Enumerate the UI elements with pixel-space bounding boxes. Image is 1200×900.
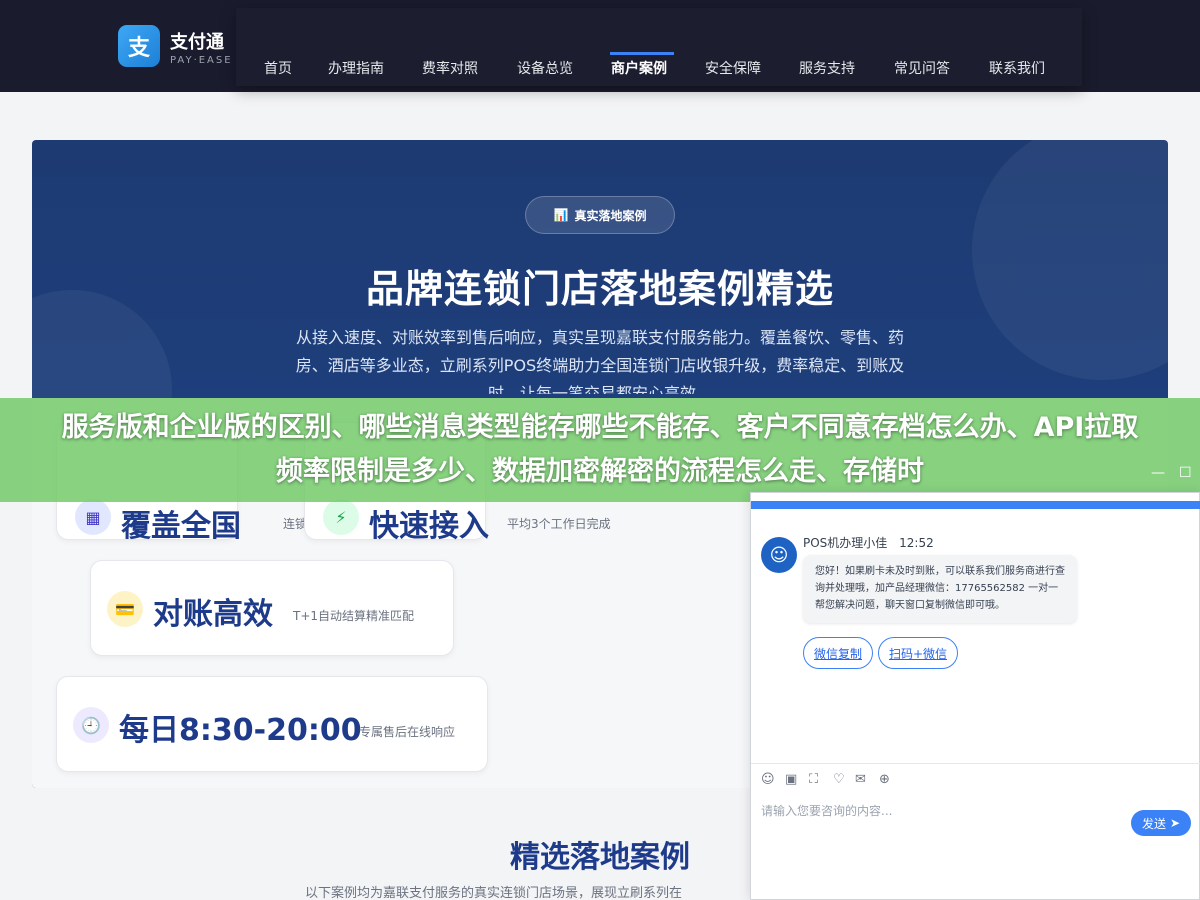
more-icon[interactable]: ⊕ bbox=[879, 772, 890, 787]
brand-logo-icon[interactable]: 支 bbox=[118, 25, 160, 67]
stat-title: 每日8:30-20:00 bbox=[119, 713, 362, 748]
copy-wechat-button[interactable]: 微信复制 bbox=[803, 637, 873, 669]
stat-subtitle: 平均3个工作日完成 bbox=[507, 517, 611, 531]
nav-rates[interactable]: 费率对照 bbox=[422, 58, 478, 78]
image-icon[interactable]: ▣ bbox=[785, 772, 797, 787]
agent-name-line: POS机办理小佳 12:52 bbox=[803, 534, 934, 551]
agent-avatar: ☺ bbox=[761, 537, 797, 573]
card-icon: 💳 bbox=[107, 591, 143, 627]
chat-message-input[interactable] bbox=[761, 801, 1121, 821]
cases-badge: 📊 真实落地案例 bbox=[525, 196, 675, 234]
nav-contact[interactable]: 联系我们 bbox=[989, 58, 1045, 78]
lightning-icon: ⚡ bbox=[323, 499, 359, 535]
featured-cases-description: 以下案例均为嘉联支付服务的真实连锁门店场景，展现立刷系列在 bbox=[305, 886, 683, 900]
send-arrow-icon: ➤ bbox=[1169, 816, 1181, 830]
nav-active-indicator bbox=[610, 52, 674, 55]
clock-icon: 🕘 bbox=[73, 707, 109, 743]
scan-wechat-button[interactable]: 扫码+微信 bbox=[878, 637, 958, 669]
nav-home[interactable]: 首页 bbox=[264, 58, 292, 78]
nav-guide[interactable]: 办理指南 bbox=[328, 58, 384, 78]
banner-text: 服务版和企业版的区别、哪些消息类型能存哪些不能存、客户不同意存档怎么办、API拉… bbox=[61, 412, 1139, 487]
nav-support[interactable]: 服务支持 bbox=[799, 58, 855, 78]
badge-label: 真实落地案例 bbox=[574, 208, 647, 223]
hero-title: 品牌连锁门店落地案例精选 bbox=[365, 267, 834, 311]
overlay-banner: 服务版和企业版的区别、哪些消息类型能存哪些不能存、客户不同意存档怎么办、API拉… bbox=[0, 398, 1200, 502]
site-header: 支 支付通 PAY·EASE 首页 办理指南 费率对照 设备总览 商户案例 安全… bbox=[0, 0, 1200, 92]
stat-card-reconciliation: 💳 对账高效 T+1自动结算精准匹配 bbox=[90, 560, 454, 656]
nav-security[interactable]: 安全保障 bbox=[705, 58, 761, 78]
message-time: 12:52 bbox=[899, 536, 934, 550]
nav-cases[interactable]: 商户案例 bbox=[611, 58, 667, 78]
send-button[interactable]: 发送 ➤ bbox=[1131, 810, 1191, 836]
brand-tagline: PAY·EASE bbox=[170, 55, 233, 66]
emoji-icon[interactable]: ☺ bbox=[761, 772, 775, 787]
agent-name: POS机办理小佳 bbox=[803, 536, 888, 550]
send-label: 发送 bbox=[1141, 816, 1166, 831]
maximize-icon[interactable]: ☐ bbox=[1179, 465, 1192, 481]
chart-icon: 📊 bbox=[553, 208, 569, 222]
hero-description: 从接入速度、对账效率到售后响应，真实呈现嘉联支付服务能力。覆盖餐饮、零售、药房、… bbox=[295, 328, 905, 394]
minimize-icon[interactable]: — bbox=[1151, 465, 1165, 481]
chat-toolbar: ☺ ▣ ⛶ ♡ ✉ ⊕ bbox=[751, 763, 1200, 793]
stat-title: 快速接入 bbox=[369, 509, 489, 544]
stat-card-service-hours: 🕘 每日8:30-20:00 专属售后在线响应 bbox=[56, 676, 488, 772]
stat-subtitle: 专属售后在线响应 bbox=[359, 725, 456, 739]
screenshot-icon[interactable]: ⛶ bbox=[809, 772, 818, 787]
main-nav: 首页 办理指南 费率对照 设备总览 商户案例 安全保障 服务支持 常见问答 联系… bbox=[236, 8, 1082, 86]
nav-faq[interactable]: 常见问答 bbox=[894, 58, 950, 78]
stat-title: 对账高效 bbox=[153, 597, 273, 632]
message-icon[interactable]: ✉ bbox=[855, 772, 866, 787]
chat-header-bar bbox=[751, 501, 1200, 509]
rating-icon[interactable]: ♡ bbox=[833, 772, 845, 787]
stat-subtitle: T+1自动结算精准匹配 bbox=[293, 609, 415, 623]
nav-devices[interactable]: 设备总览 bbox=[517, 58, 573, 78]
brand-name[interactable]: 支付通 bbox=[170, 28, 224, 54]
agent-message: 您好！如果刷卡未及时到账，可以联系我们服务商进行查询并处理哦，加产品经理微信：1… bbox=[803, 555, 1077, 623]
stat-title: 覆盖全国 bbox=[121, 509, 241, 544]
chat-widget: — ☐ ☺ POS机办理小佳 12:52 您好！如果刷卡未及时到账，可以联系我们… bbox=[750, 465, 1200, 900]
map-icon: ▦ bbox=[75, 499, 111, 535]
